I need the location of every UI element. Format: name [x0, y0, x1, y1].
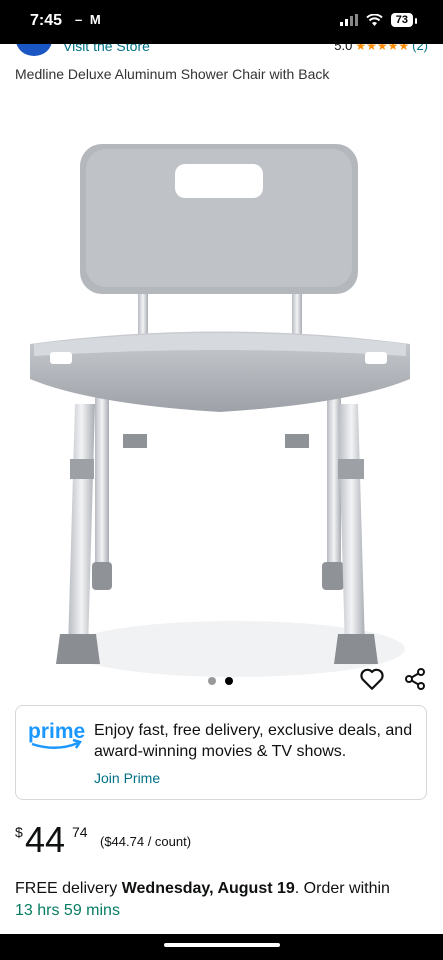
heart-icon[interactable] — [359, 666, 385, 692]
store-logo-icon[interactable] — [16, 44, 52, 56]
home-indicator[interactable] — [164, 943, 280, 947]
price-currency: $ — [15, 824, 23, 840]
store-row: Visit the Store 5.0 ★★★★★ (2) — [0, 44, 443, 56]
join-prime-link[interactable]: Join Prime — [94, 770, 160, 786]
prime-message: Enjoy fast, free delivery, exclusive dea… — [94, 722, 413, 760]
svg-text:prime: prime — [28, 720, 85, 743]
delivery-date: Wednesday, August 19 — [121, 880, 295, 897]
image-carousel-dots — [208, 677, 233, 685]
rating-value: 5.0 — [334, 44, 353, 53]
delivery-countdown: 13 hrs 59 mins — [15, 902, 120, 919]
product-image[interactable] — [20, 94, 420, 694]
product-title: Medline Deluxe Aluminum Shower Chair wit… — [15, 66, 330, 82]
prime-logo-icon: prime — [28, 720, 85, 749]
prime-promo[interactable]: prime Enjoy fast, free delivery, exclusi… — [15, 705, 427, 800]
unit-price: ($44.74 / count) — [100, 834, 192, 849]
signal-icon — [339, 14, 358, 26]
product-page: Visit the Store 5.0 ★★★★★ (2) Medline De… — [0, 44, 443, 934]
status-indicators: 73 — [339, 13, 418, 27]
delivery-info: FREE delivery Wednesday, August 19. Orde… — [15, 878, 435, 922]
status-time: 7:45 — [30, 12, 63, 29]
notification-icons: – M — [75, 12, 103, 27]
status-bar: 7:45 – M 73 — [0, 0, 443, 44]
wifi-icon — [366, 13, 383, 26]
price-fraction: 74 — [72, 824, 88, 840]
star-rating-icon: ★★★★★ — [355, 44, 410, 53]
carousel-dot-active[interactable] — [225, 677, 233, 685]
delivery-prefix: FREE delivery — [15, 880, 122, 897]
carousel-dot[interactable] — [208, 677, 216, 685]
review-count[interactable]: (2) — [412, 44, 428, 53]
price-whole: 44 — [25, 819, 66, 860]
rating[interactable]: 5.0 ★★★★★ (2) — [334, 44, 428, 53]
visit-store-link[interactable]: Visit the Store — [63, 44, 150, 54]
home-bar — [0, 934, 443, 960]
share-icon[interactable] — [403, 667, 427, 691]
delivery-suffix: . Order within — [294, 880, 390, 897]
battery-icon: 73 — [390, 13, 418, 27]
